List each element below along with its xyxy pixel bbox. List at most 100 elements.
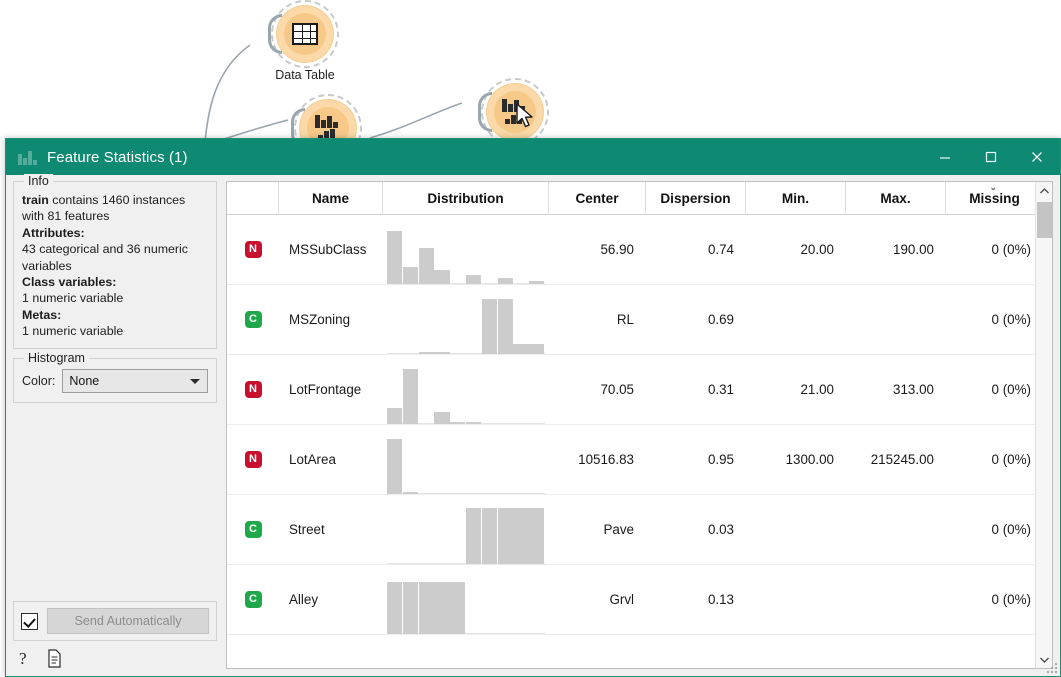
document-icon[interactable] <box>47 648 62 668</box>
cell-dispersion: 0.95 <box>646 425 746 494</box>
column-header-min[interactable]: Min. <box>746 182 846 215</box>
histogram-bar <box>497 278 513 284</box>
cell-variable-type: N <box>227 355 279 424</box>
distribution-histogram <box>387 495 545 564</box>
column-header-max[interactable]: Max. <box>846 182 946 215</box>
cell-value: 70.05 <box>600 382 634 397</box>
cell-value: 0.74 <box>707 242 734 257</box>
maximize-button[interactable] <box>968 139 1014 175</box>
cell-center: 70.05 <box>549 355 646 424</box>
send-controls: Send Automatically <box>13 601 217 641</box>
cell-max <box>846 495 946 564</box>
window-body: Info train contains 1460 instances with … <box>6 174 1060 676</box>
table-row[interactable]: N MSSubClass 56.90 0.74 20.00 190.00 0 (0%) <box>227 215 1052 285</box>
cell-dispersion: 0.31 <box>646 355 746 424</box>
table-row[interactable]: N LotFrontage 70.05 0.31 21.00 313.00 0 (0%) <box>227 355 1052 425</box>
cell-value: 0 (0%) <box>991 242 1031 257</box>
categorical-badge-icon: C <box>244 591 262 608</box>
column-header-dispersion[interactable]: Dispersion <box>646 182 746 215</box>
distribution-histogram <box>387 565 545 634</box>
cell-name: Street <box>279 495 383 564</box>
column-header-label: Name <box>311 191 350 206</box>
feature-statistics-window: Feature Statistics (1) Info train contai… <box>5 138 1061 677</box>
column-header-label: Min. <box>781 191 810 206</box>
cell-name: MSZoning <box>279 285 383 354</box>
column-header-missing[interactable]: ⌄ Missing <box>946 182 1043 215</box>
histogram-groupbox: Histogram Color: None <box>13 351 217 404</box>
send-automatically-checkbox[interactable] <box>21 612 38 630</box>
minimize-button[interactable] <box>922 139 968 175</box>
send-automatically-button[interactable]: Send Automatically <box>47 608 209 634</box>
cell-distribution <box>383 425 549 494</box>
cell-variable-type: C <box>227 565 279 634</box>
cell-variable-type: N <box>227 425 279 494</box>
mouse-cursor-icon <box>516 103 533 128</box>
info-metas-label: Metas: <box>22 307 62 322</box>
histogram-bar <box>466 422 482 424</box>
info-attributes-label: Attributes: <box>22 225 85 240</box>
vertical-scrollbar[interactable] <box>1035 182 1052 668</box>
cell-center: Pave <box>549 495 646 564</box>
info-dataset-name: train <box>22 193 49 207</box>
node-data-table[interactable]: Data Table <box>268 0 339 82</box>
cell-dispersion: 0.74 <box>646 215 746 284</box>
cell-value: LotFrontage <box>289 382 362 397</box>
workflow-canvas: Data Table <box>0 0 1061 145</box>
cell-distribution <box>383 355 549 424</box>
histogram-bar <box>402 581 418 634</box>
column-header-label: Max. <box>880 191 911 206</box>
table-row[interactable]: C MSZoning RL 0.69 0 (0%) <box>227 285 1052 355</box>
window-title: Feature Statistics (1) <box>47 148 188 166</box>
histogram-bar <box>513 508 529 564</box>
cell-name: LotFrontage <box>279 355 383 424</box>
window-titlebar[interactable]: Feature Statistics (1) <box>6 139 1060 175</box>
scrollbar-thumb[interactable] <box>1037 202 1052 238</box>
histogram-bar <box>497 299 513 354</box>
column-header-badge[interactable] <box>227 182 279 215</box>
cell-value: 0 (0%) <box>991 522 1031 537</box>
window-controls <box>922 139 1060 175</box>
histogram-bar <box>450 422 466 424</box>
histogram-bar <box>418 248 434 284</box>
histogram-bar <box>418 352 434 354</box>
column-header-dist[interactable]: Distribution <box>383 182 549 215</box>
cell-missing: 0 (0%) <box>946 495 1043 564</box>
column-header-center[interactable]: Center <box>549 182 646 215</box>
sort-indicator-icon: ⌄ <box>989 182 998 192</box>
cell-dispersion: 0.03 <box>646 495 746 564</box>
cell-value: 21.00 <box>800 382 834 397</box>
histogram-bar <box>513 344 529 354</box>
histogram-bar <box>387 581 403 634</box>
cell-value: 0.31 <box>707 382 734 397</box>
column-header-label: Dispersion <box>660 191 731 206</box>
table-row[interactable]: C Street Pave 0.03 0 (0%) <box>227 495 1052 565</box>
histogram-bar <box>402 369 418 424</box>
scroll-up-arrow-icon[interactable] <box>1036 182 1052 199</box>
cell-value: 0.95 <box>707 452 734 467</box>
close-button[interactable] <box>1014 139 1060 175</box>
cell-value: 215245.00 <box>870 452 934 467</box>
cell-variable-type: C <box>227 285 279 354</box>
cell-min <box>746 565 846 634</box>
histogram-bar <box>529 344 545 354</box>
resize-grip[interactable] <box>1044 660 1057 673</box>
table-row[interactable]: C Alley Grvl 0.13 0 (0%) <box>227 565 1052 635</box>
categorical-badge-icon: C <box>244 311 262 328</box>
control-panel-spacer <box>13 412 217 601</box>
info-class-value: 1 numeric variable <box>22 291 124 306</box>
cell-max <box>846 565 946 634</box>
cell-value: 0.03 <box>707 522 734 537</box>
distribution-histogram <box>387 355 545 424</box>
column-header-name[interactable]: Name <box>279 182 383 215</box>
cell-distribution <box>383 215 549 284</box>
cell-value: 1300.00 <box>785 452 834 467</box>
cell-missing: 0 (0%) <box>946 565 1043 634</box>
cell-variable-type: N <box>227 215 279 284</box>
color-select[interactable]: None <box>62 369 208 394</box>
cell-value: 10516.83 <box>578 452 634 467</box>
cell-value: 0 (0%) <box>991 382 1031 397</box>
cell-missing: 0 (0%) <box>946 285 1043 354</box>
question-mark-icon[interactable]: ? <box>19 649 34 668</box>
table-row[interactable]: N LotArea 10516.83 0.95 1300.00 215245.00 0 (0… <box>227 425 1052 495</box>
cell-distribution <box>383 565 549 634</box>
